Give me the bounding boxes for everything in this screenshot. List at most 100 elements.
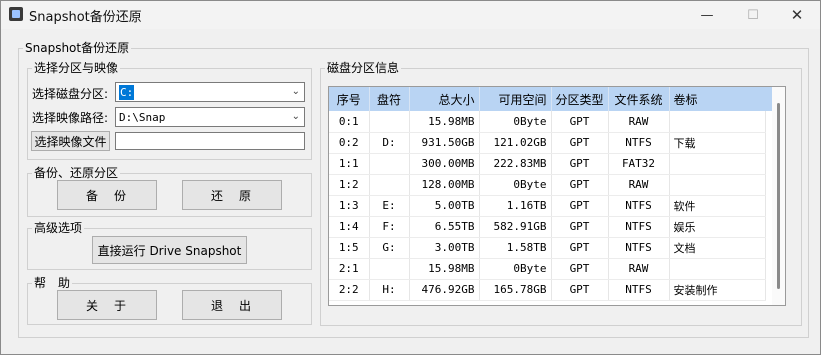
cell-filesystem: RAW xyxy=(608,111,670,133)
advanced-group-title: 高级选项 xyxy=(32,220,85,236)
cell-label: 文档 xyxy=(669,237,766,259)
cell-free: 165.78GB xyxy=(479,279,552,301)
cell-type: GPT xyxy=(551,216,609,238)
cell-type: GPT xyxy=(551,258,609,280)
cell-type: GPT xyxy=(551,132,609,154)
cell-number: 0:1 xyxy=(329,111,370,133)
cell-drive xyxy=(369,174,410,196)
title-bar[interactable]: Snapshot备份还原 — ☐ ✕ xyxy=(1,1,820,29)
table-row[interactable]: 1:3 E: 5.00TB 1.16TB GPT NTFS 软件 xyxy=(329,195,766,217)
exit-button[interactable]: 退 出 xyxy=(182,290,282,320)
select-group-title: 选择分区与映像 xyxy=(32,60,121,76)
restore-button[interactable]: 还 原 xyxy=(182,180,282,210)
image-path-value: D:\Snap xyxy=(119,111,166,124)
close-button[interactable]: ✕ xyxy=(774,1,820,29)
partition-select[interactable]: C: ⌄ xyxy=(115,82,305,102)
cell-label xyxy=(669,174,766,196)
table-row[interactable]: 1:5 G: 3.00TB 1.58TB GPT NTFS 文档 xyxy=(329,237,766,259)
header-filler xyxy=(765,87,772,111)
run-drive-snapshot-label: 直接运行 Drive Snapshot xyxy=(97,243,242,258)
cell-label xyxy=(669,258,766,280)
table-scrollbar[interactable] xyxy=(772,87,785,305)
column-header-total[interactable]: 总大小 xyxy=(409,87,480,111)
cell-free: 121.02GB xyxy=(479,132,552,154)
table-row[interactable]: 1:1 300.00MB 222.83MB GPT FAT32 xyxy=(329,153,766,175)
main-group-title: Snapshot备份还原 xyxy=(23,40,132,56)
cell-total: 300.00MB xyxy=(409,153,480,175)
column-header-drive[interactable]: 盘符 xyxy=(369,87,410,111)
cell-drive: E: xyxy=(369,195,410,217)
partition-table[interactable]: 序号 盘符 总大小 可用空间 分区类型 文件系统 卷标 0:1 15.98MB 0B… xyxy=(328,86,786,306)
cell-type: GPT xyxy=(551,279,609,301)
cell-drive xyxy=(369,258,410,280)
cell-label xyxy=(669,111,766,133)
backup-group-title: 备份、还原分区 xyxy=(32,165,121,181)
table-row[interactable]: 2:1 15.98MB 0Byte GPT RAW xyxy=(329,258,766,280)
cell-free: 1.16TB xyxy=(479,195,552,217)
maximize-button[interactable]: ☐ xyxy=(730,1,776,29)
cell-label: 下载 xyxy=(669,132,766,154)
column-header-free[interactable]: 可用空间 xyxy=(479,87,552,111)
cell-free: 0Byte xyxy=(479,174,552,196)
cell-type: GPT xyxy=(551,237,609,259)
image-file-field[interactable] xyxy=(115,132,305,150)
cell-filesystem: NTFS xyxy=(608,195,670,217)
cell-label: 安装制作 xyxy=(669,279,766,301)
run-drive-snapshot-button[interactable]: 直接运行 Drive Snapshot xyxy=(92,236,247,264)
cell-number: 0:2 xyxy=(329,132,370,154)
column-header-number[interactable]: 序号 xyxy=(329,87,370,111)
cell-free: 222.83MB xyxy=(479,153,552,175)
chevron-down-icon[interactable]: ⌄ xyxy=(292,86,300,97)
cell-total: 128.00MB xyxy=(409,174,480,196)
cell-free: 0Byte xyxy=(479,258,552,280)
choose-image-file-label: 选择映像文件 xyxy=(34,134,107,149)
about-button[interactable]: 关 于 xyxy=(57,290,157,320)
cell-filesystem: NTFS xyxy=(608,279,670,301)
table-header-row: 序号 盘符 总大小 可用空间 分区类型 文件系统 卷标 xyxy=(329,87,766,111)
minimize-button[interactable]: — xyxy=(684,1,730,29)
exit-button-label: 退 出 xyxy=(210,298,253,313)
cell-label: 软件 xyxy=(669,195,766,217)
cell-filesystem: NTFS xyxy=(608,132,670,154)
column-header-filesystem[interactable]: 文件系统 xyxy=(608,87,670,111)
cell-number: 2:1 xyxy=(329,258,370,280)
app-icon xyxy=(9,7,23,21)
backup-button-label: 备 份 xyxy=(85,188,128,203)
cell-drive: H: xyxy=(369,279,410,301)
cell-drive xyxy=(369,153,410,175)
cell-total: 6.55TB xyxy=(409,216,480,238)
disk-info-title: 磁盘分区信息 xyxy=(325,60,402,76)
cell-total: 15.98MB xyxy=(409,111,480,133)
cell-drive: D: xyxy=(369,132,410,154)
cell-number: 1:2 xyxy=(329,174,370,196)
column-header-label[interactable]: 卷标 xyxy=(669,87,766,111)
cell-filesystem: RAW xyxy=(608,174,670,196)
scrollbar-thumb[interactable] xyxy=(777,103,780,289)
cell-type: GPT xyxy=(551,195,609,217)
cell-total: 15.98MB xyxy=(409,258,480,280)
restore-button-label: 还 原 xyxy=(210,188,253,203)
backup-button[interactable]: 备 份 xyxy=(57,180,157,210)
cell-number: 1:4 xyxy=(329,216,370,238)
table-row[interactable]: 1:4 F: 6.55TB 582.91GB GPT NTFS 娱乐 xyxy=(329,216,766,238)
cell-number: 1:3 xyxy=(329,195,370,217)
choose-image-file-button[interactable]: 选择映像文件 xyxy=(31,131,110,151)
about-button-label: 关 于 xyxy=(85,298,128,313)
cell-total: 5.00TB xyxy=(409,195,480,217)
cell-drive: G: xyxy=(369,237,410,259)
cell-drive xyxy=(369,111,410,133)
cell-filesystem: RAW xyxy=(608,258,670,280)
table-row[interactable]: 1:2 128.00MB 0Byte GPT RAW xyxy=(329,174,766,196)
cell-drive: F: xyxy=(369,216,410,238)
table-row[interactable]: 0:2 D: 931.50GB 121.02GB GPT NTFS 下载 xyxy=(329,132,766,154)
cell-filesystem: NTFS xyxy=(608,216,670,238)
cell-type: GPT xyxy=(551,111,609,133)
cell-number: 2:2 xyxy=(329,279,370,301)
chevron-down-icon[interactable]: ⌄ xyxy=(292,111,300,122)
cell-free: 582.91GB xyxy=(479,216,552,238)
table-row[interactable]: 2:2 H: 476.92GB 165.78GB GPT NTFS 安装制作 xyxy=(329,279,766,301)
table-row[interactable]: 0:1 15.98MB 0Byte GPT RAW xyxy=(329,111,766,133)
image-path-select[interactable]: D:\Snap ⌄ xyxy=(115,107,305,127)
cell-total: 476.92GB xyxy=(409,279,480,301)
column-header-type[interactable]: 分区类型 xyxy=(551,87,609,111)
